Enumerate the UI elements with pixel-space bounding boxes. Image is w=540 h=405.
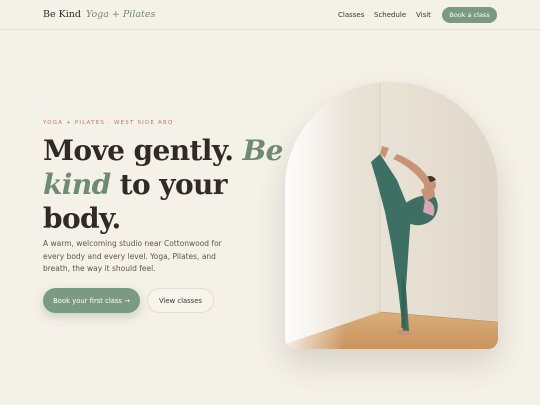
yoga-illustration	[285, 82, 498, 349]
yoga-pose-photo	[285, 82, 498, 349]
view-classes-button[interactable]: View classes	[147, 288, 214, 313]
nav-visit[interactable]: Visit	[416, 11, 431, 19]
brand-logo[interactable]: Be Kind Yoga + Pilates	[43, 9, 155, 20]
brand-name: Be Kind	[43, 9, 81, 20]
hero-eyebrow: YOGA + PILATES · WEST SIDE ABQ	[43, 120, 174, 126]
nav-classes[interactable]: Classes	[338, 11, 364, 19]
headline-part1: Move gently.	[43, 134, 243, 167]
hero-headline: Move gently. Be kind to your body.	[43, 134, 283, 236]
site-header: Be Kind Yoga + Pilates Classes Schedule …	[0, 0, 540, 30]
book-first-class-button[interactable]: Book your first class →	[43, 288, 140, 313]
brand-accent: Yoga + Pilates	[86, 9, 156, 20]
hero-subtext: A warm, welcoming studio near Cottonwood…	[43, 239, 222, 273]
book-a-class-button[interactable]: Book a class	[442, 7, 497, 23]
nav-schedule[interactable]: Schedule	[374, 11, 406, 19]
